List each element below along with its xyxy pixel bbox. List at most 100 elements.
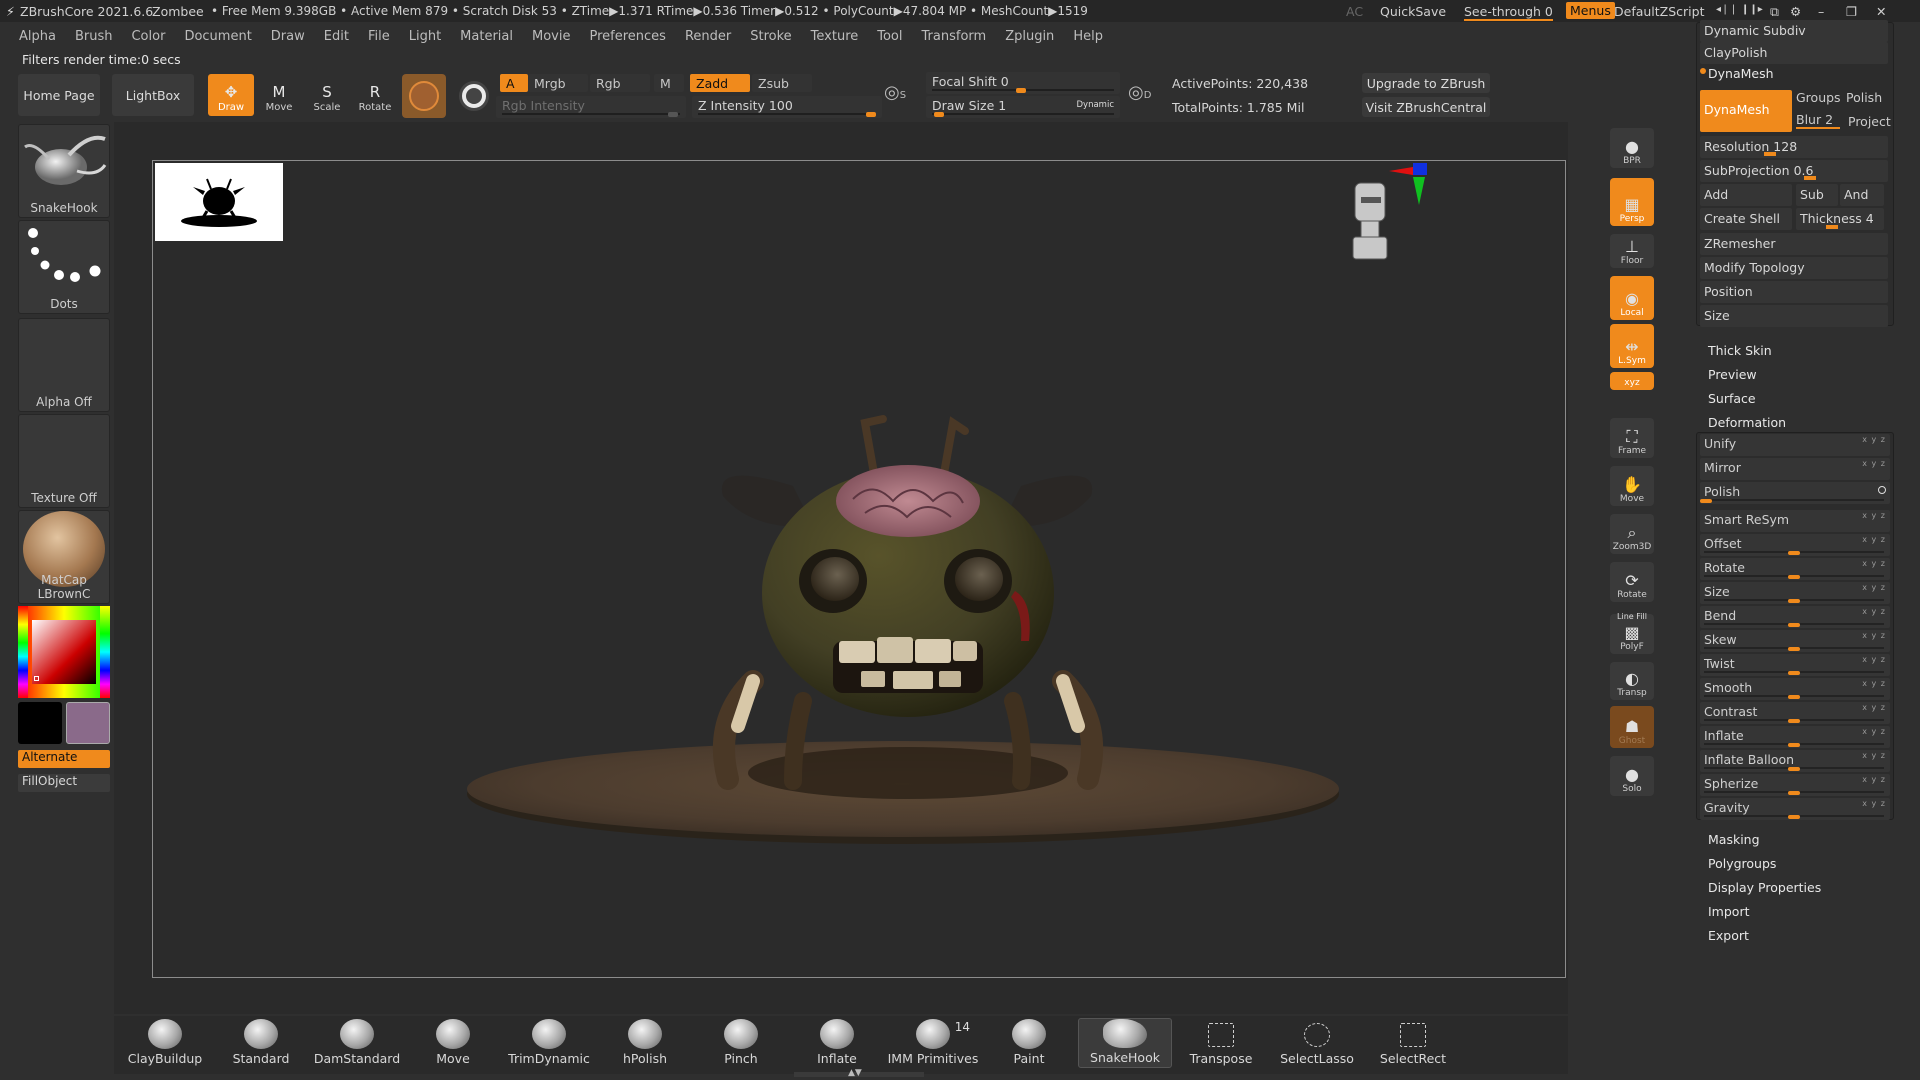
m-toggle[interactable]: M: [654, 74, 684, 92]
deform-inflate[interactable]: Inflate x y z: [1700, 726, 1890, 748]
deform-offset[interactable]: Offset x y z: [1700, 534, 1890, 556]
menu-item[interactable]: Help: [1073, 29, 1103, 44]
zremesher-button[interactable]: ZRemesher: [1700, 233, 1888, 255]
deform-gravity[interactable]: Gravity x y z: [1700, 798, 1890, 820]
groups-toggle[interactable]: Groups: [1796, 90, 1841, 105]
alpha-selector[interactable]: Alpha Off: [18, 318, 110, 412]
position-button[interactable]: Position: [1700, 281, 1888, 303]
xyz-axis-toggle[interactable]: x y z: [1862, 435, 1886, 444]
shelf-arrow-icon[interactable]: ▲▼: [848, 1068, 862, 1078]
restore-icon[interactable]: ❐: [1846, 4, 1857, 19]
menu-item[interactable]: Alpha: [19, 29, 56, 44]
close-icon[interactable]: ✕: [1876, 4, 1886, 19]
menu-item[interactable]: Texture: [811, 29, 859, 44]
document-canvas[interactable]: [152, 160, 1566, 978]
display-properties-header[interactable]: Display Properties: [1708, 880, 1821, 895]
mrgb-toggle[interactable]: Mrgb: [528, 74, 588, 92]
shelf-button-move[interactable]: ✋ Move: [1610, 466, 1654, 506]
deform-bend[interactable]: Bend x y z: [1700, 606, 1890, 628]
alternate-button[interactable]: Alternate: [18, 750, 110, 768]
xyz-axis-toggle[interactable]: x y z: [1862, 511, 1886, 520]
focal-shift-slider[interactable]: Focal Shift 0: [926, 72, 1120, 94]
dynamesh-button[interactable]: DynaMesh: [1700, 90, 1792, 132]
xyz-axis-toggle[interactable]: x y z: [1862, 775, 1886, 784]
a-toggle[interactable]: A: [500, 74, 528, 92]
orientation-gizmo[interactable]: [1273, 161, 1443, 281]
z-intensity-slider[interactable]: Z Intensity 100: [692, 96, 882, 118]
color-cursor[interactable]: [34, 676, 39, 681]
zsub-toggle[interactable]: Zsub: [752, 74, 812, 92]
xyz-axis-toggle[interactable]: x y z: [1862, 631, 1886, 640]
xyz-axis-toggle[interactable]: x y z: [1862, 727, 1886, 736]
deform-spherize[interactable]: Spherize x y z: [1700, 774, 1890, 796]
dynamesh-header[interactable]: DynaMesh: [1708, 66, 1774, 81]
shelf-button-local[interactable]: ◉ Local: [1610, 276, 1654, 320]
menus-toggle[interactable]: Menus: [1566, 2, 1615, 19]
menu-item[interactable]: Movie: [532, 29, 570, 44]
add-button[interactable]: Add: [1700, 184, 1792, 206]
deform-twist[interactable]: Twist x y z: [1700, 654, 1890, 676]
scale-mode-button[interactable]: S Scale: [304, 74, 350, 116]
xyz-axis-toggle[interactable]: x y z: [1862, 583, 1886, 592]
subprojection-slider[interactable]: SubProjection 0.6: [1700, 160, 1888, 182]
focal-shift-s-icon[interactable]: ◎S: [884, 82, 920, 112]
brush-button-trimdynamic[interactable]: TrimDynamic: [502, 1018, 596, 1068]
deform-contrast[interactable]: Contrast x y z: [1700, 702, 1890, 724]
thickness-slider[interactable]: Thickness 4: [1796, 208, 1884, 230]
menu-item[interactable]: Preferences: [589, 29, 665, 44]
menu-item[interactable]: Tool: [877, 29, 902, 44]
brush-button-snakehook[interactable]: SnakeHook: [1078, 1018, 1172, 1068]
surface-header[interactable]: Surface: [1708, 391, 1756, 406]
menu-item[interactable]: Zplugin: [1005, 29, 1054, 44]
home-page-button[interactable]: Home Page: [18, 74, 100, 116]
deform-skew[interactable]: Skew x y z: [1700, 630, 1890, 652]
draw-mode-button[interactable]: ✥ Draw: [208, 74, 254, 116]
and-button[interactable]: And: [1840, 184, 1884, 206]
secondary-color-swatch[interactable]: [66, 702, 110, 744]
export-header[interactable]: Export: [1708, 928, 1749, 943]
material-swatch-button[interactable]: [402, 74, 446, 118]
xyz-axis-toggle[interactable]: x y z: [1862, 799, 1886, 808]
dynamic-subdiv-button[interactable]: Dynamic Subdiv: [1700, 20, 1888, 42]
xyz-axis-toggle[interactable]: x y z: [1862, 703, 1886, 712]
deform-rotate[interactable]: Rotate x y z: [1700, 558, 1890, 580]
lightbox-button[interactable]: LightBox: [112, 74, 194, 116]
color-picker[interactable]: [18, 606, 110, 698]
shelf-button-lsym[interactable]: ⇹ L.Sym: [1610, 324, 1654, 368]
shelf-button-solo[interactable]: ● Solo: [1610, 756, 1654, 796]
draw-size-slider[interactable]: Draw Size 1 Dynamic: [926, 96, 1120, 118]
brush-mode-toggle[interactable]: [454, 76, 494, 116]
brush-button-claybuildup[interactable]: ClayBuildup: [118, 1018, 212, 1068]
rgb-intensity-slider[interactable]: Rgb Intensity: [496, 96, 686, 118]
sub-button[interactable]: Sub: [1796, 184, 1838, 206]
polygroups-header[interactable]: Polygroups: [1708, 856, 1776, 871]
deform-smart-resym[interactable]: Smart ReSym x y z: [1700, 510, 1890, 532]
shelf-button-transp[interactable]: ◐ Transp: [1610, 662, 1654, 700]
deform-unify[interactable]: Unify x y z: [1700, 434, 1890, 456]
dynamic-toggle[interactable]: Dynamic: [1077, 100, 1115, 110]
xyz-axis-toggle[interactable]: x y z: [1862, 751, 1886, 760]
saturation-square[interactable]: [32, 620, 96, 684]
brush-button-selectrect[interactable]: SelectRect: [1366, 1018, 1460, 1068]
xyz-axis-toggle[interactable]: x y z: [1862, 559, 1886, 568]
xyz-axis-toggle[interactable]: x y z: [1862, 655, 1886, 664]
stroke-selector[interactable]: Dots: [18, 220, 110, 314]
claypolish-button[interactable]: ClayPolish: [1700, 42, 1888, 64]
shelf-button-zoom3d[interactable]: ⌕ Zoom3D: [1610, 514, 1654, 554]
hue-bar-right[interactable]: [100, 606, 110, 698]
layout-toggle-icon[interactable]: ◂❘❘ ❙❙▸: [1716, 4, 1763, 15]
deform-mirror[interactable]: Mirror x y z: [1700, 458, 1890, 480]
create-shell-button[interactable]: Create Shell: [1700, 208, 1792, 230]
project-toggle[interactable]: Project: [1848, 114, 1891, 129]
rotate-mode-button[interactable]: R Rotate: [352, 74, 398, 116]
shelf-button-frame[interactable]: ⛶ Frame: [1610, 418, 1654, 458]
menu-item[interactable]: Light: [409, 29, 441, 44]
brush-button-move[interactable]: Move: [406, 1018, 500, 1068]
brush-button-imm-primitives[interactable]: 14 IMM Primitives: [886, 1018, 980, 1068]
brush-button-inflate[interactable]: Inflate: [790, 1018, 884, 1068]
blur-slider[interactable]: Blur 2: [1796, 112, 1840, 129]
brush-button-pinch[interactable]: Pinch: [694, 1018, 788, 1068]
hue-bar-left[interactable]: [18, 606, 28, 698]
resolution-slider[interactable]: Resolution 128: [1700, 136, 1888, 158]
menu-item[interactable]: Brush: [75, 29, 113, 44]
